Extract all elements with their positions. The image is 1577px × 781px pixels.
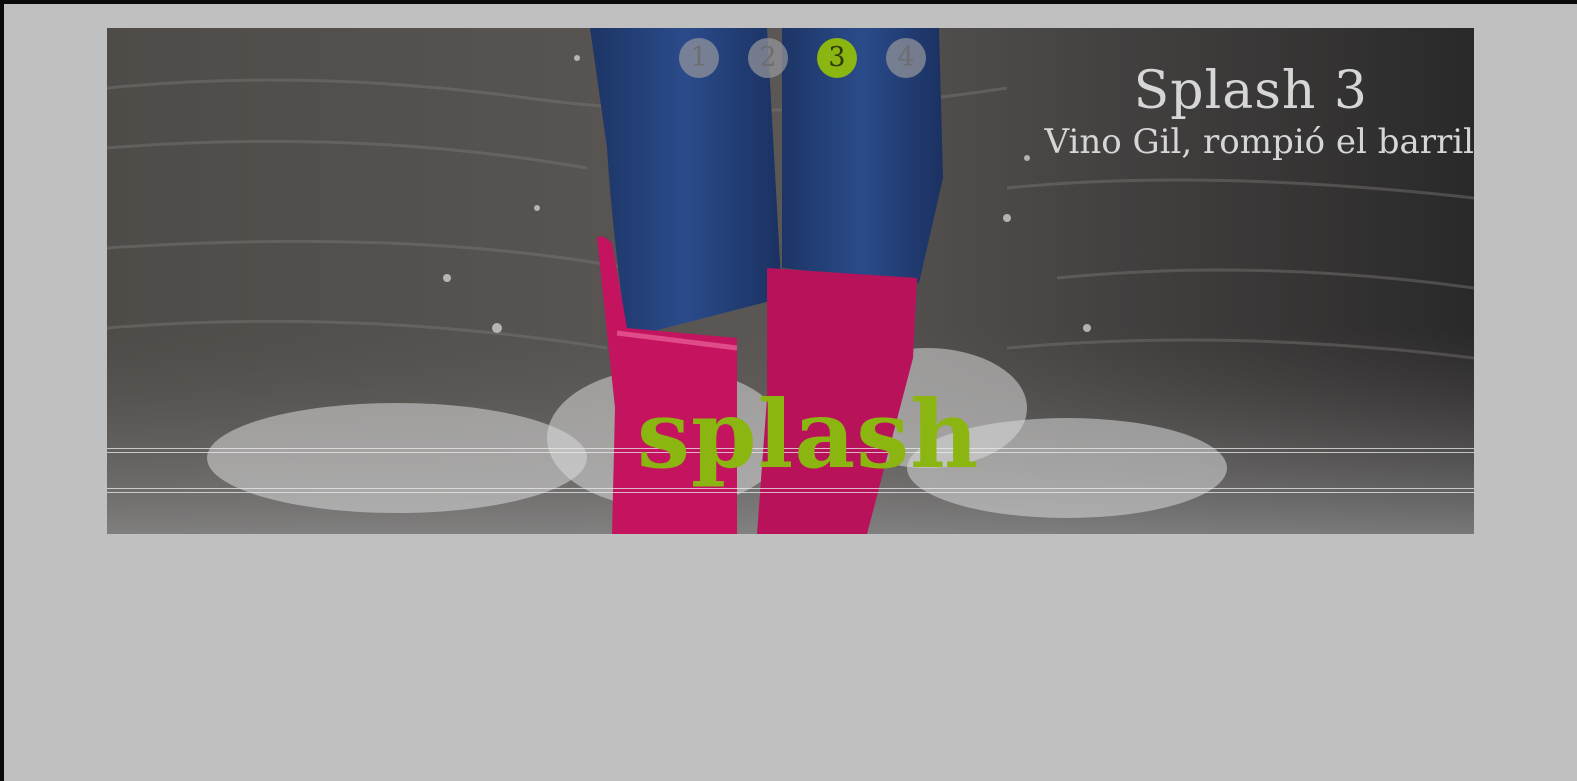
page-frame: 1 2 3 4 Splash 3 Vino Gil, rompió el bar… — [0, 0, 1577, 781]
slide-dot-4[interactable]: 4 — [886, 38, 926, 78]
slide-caption: Splash 3 Vino Gil, rompió el barril — [1045, 60, 1475, 162]
brand-logo-text: splash — [637, 380, 980, 490]
slide-dot-2[interactable]: 2 — [748, 38, 788, 78]
slide-pagination: 1 2 3 4 — [679, 38, 926, 78]
slide-dot-1[interactable]: 1 — [679, 38, 719, 78]
slide-dot-3[interactable]: 3 — [817, 38, 857, 78]
slide-subtitle: Vino Gil, rompió el barril — [1044, 122, 1475, 162]
slide-title: Splash 3 — [1133, 61, 1368, 121]
image-slider[interactable]: 1 2 3 4 Splash 3 Vino Gil, rompió el bar… — [107, 28, 1474, 534]
